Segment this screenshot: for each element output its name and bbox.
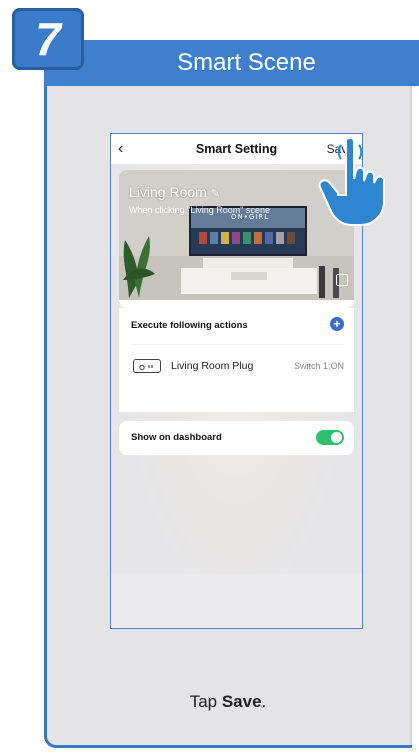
frame-edge [410, 84, 412, 745]
execute-actions-label: Execute following actions [131, 320, 248, 331]
screen-bottom-band [111, 574, 362, 628]
scene-subtitle: When clicking "Living Room" scene [129, 205, 270, 215]
dashboard-toggle[interactable] [316, 430, 344, 445]
plug-icon-glyph [139, 364, 153, 371]
dashboard-card: Show on dashboard [119, 421, 354, 455]
section-title: Smart Scene [177, 49, 316, 76]
pointing-hand-icon [318, 137, 385, 226]
divider [131, 344, 344, 345]
action-device-state: Switch 1:ON [293, 361, 344, 371]
scene-title-wrap: Living Room ✎ [129, 184, 220, 200]
plug-icon [133, 359, 161, 373]
actions-card: Execute following actions + Living Room … [119, 308, 354, 412]
step-number-badge: 7 [12, 8, 84, 70]
show-on-dashboard-label: Show on dashboard [131, 432, 222, 443]
caption-bold: Save [221, 692, 262, 711]
tv-tiles [199, 232, 295, 244]
instruction-caption: Tap Save. [44, 692, 412, 712]
plus-circle-icon[interactable]: + [330, 317, 344, 331]
image-picker-icon[interactable] [336, 274, 348, 286]
pencil-icon[interactable]: ✎ [211, 188, 220, 200]
caption-prefix: Tap [189, 692, 222, 711]
caption-suffix: . [261, 692, 267, 711]
action-device-name[interactable]: Living Room Plug [171, 360, 253, 372]
scene-title: Living Room [129, 184, 207, 200]
step-number: 7 [35, 13, 61, 65]
section-header: Smart Scene [44, 40, 419, 86]
